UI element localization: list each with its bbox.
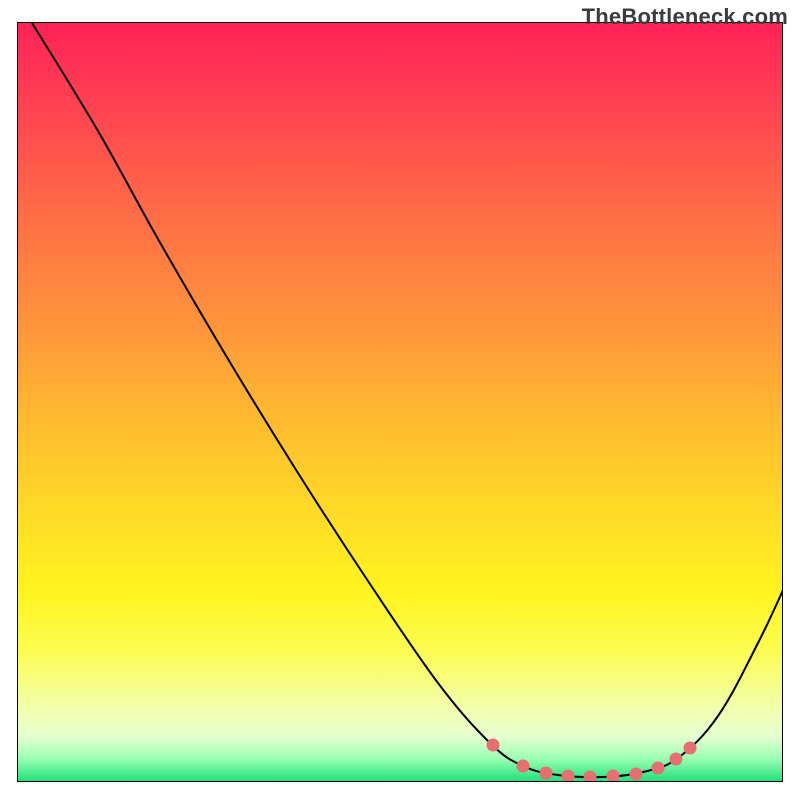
chart-plot-area [17,22,783,782]
background-gradient [18,23,782,781]
watermark-text: TheBottleneck.com [582,4,788,30]
